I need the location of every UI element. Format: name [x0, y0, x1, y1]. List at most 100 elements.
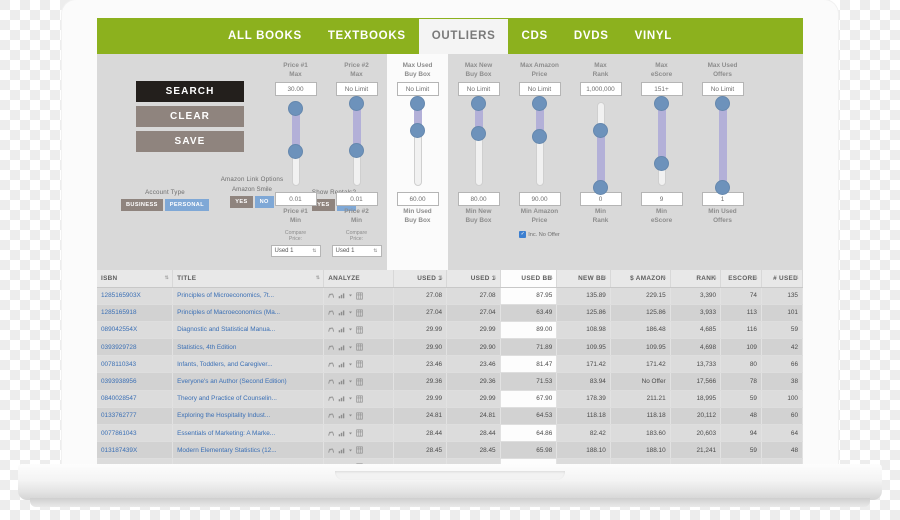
cell-analyze[interactable]: [323, 321, 394, 340]
sort-icon[interactable]: ⇅: [753, 275, 758, 281]
inc-no-offer-row[interactable]: ✓ Inc. No Offer: [519, 231, 560, 238]
column-header-used-bb[interactable]: USED BB ⇅: [500, 270, 558, 288]
slider-knob-min-3[interactable]: [471, 125, 486, 141]
grid-table-icon[interactable]: [356, 395, 363, 403]
column-header-new-bb[interactable]: NEW BB ⇅: [556, 270, 611, 288]
column-header-title[interactable]: TITLE ⇅: [172, 270, 325, 288]
checkbox-icon[interactable]: ✓: [519, 231, 527, 238]
slider-max-input-0[interactable]: 30.00: [274, 82, 317, 96]
bar-chart-icon[interactable]: [338, 430, 345, 437]
slider-track-5[interactable]: [593, 102, 608, 195]
slider-max-input-2[interactable]: No Limit: [396, 82, 439, 96]
table-row[interactable]: 1285165903X Principles of Microeconomics,…: [97, 287, 803, 305]
cell-isbn[interactable]: 0840028547: [97, 390, 174, 408]
cell-title[interactable]: Statistics, 4th Edition: [172, 338, 325, 357]
camel-icon[interactable]: [328, 447, 335, 454]
sort-icon[interactable]: ⇅: [439, 275, 444, 281]
camel-icon[interactable]: [328, 412, 335, 419]
slider-track-7[interactable]: [715, 95, 730, 195]
analyze-icons[interactable]: [328, 446, 388, 454]
cell-analyze[interactable]: [323, 441, 394, 460]
slider-knob-min-4[interactable]: [532, 129, 547, 145]
cell-analyze[interactable]: [323, 304, 394, 322]
bar-chart-icon[interactable]: [338, 309, 345, 316]
table-row[interactable]: 0133762777 Exploring the Hospitality Indu…: [97, 407, 803, 426]
analyze-icons[interactable]: [328, 309, 388, 317]
slider-knob-max-4[interactable]: [532, 95, 547, 111]
slider-track-4[interactable]: [532, 95, 547, 186]
column-header-used[interactable]: # USED ⇅: [761, 270, 803, 288]
slider-knob-max-1[interactable]: [349, 95, 364, 111]
table-row[interactable]: 0393929728 Statistics, 4th Edition 29.90 29…: [97, 338, 803, 357]
save-button[interactable]: SAVE: [136, 131, 244, 152]
bar-chart-icon[interactable]: [338, 361, 345, 368]
cell-title[interactable]: Everyone's an Author (Second Edition): [172, 372, 325, 391]
analyze-icons[interactable]: [328, 429, 388, 437]
slider-track-0[interactable]: [288, 100, 303, 186]
account-type-personal[interactable]: PERSONAL: [164, 199, 210, 211]
chevron-down-icon[interactable]: [348, 379, 353, 384]
grid-table-icon[interactable]: [356, 326, 363, 334]
account-type-business[interactable]: BUSINESS: [120, 199, 163, 211]
sort-icon[interactable]: ⇅: [165, 275, 170, 281]
bar-chart-icon[interactable]: [338, 292, 345, 299]
slider-max-input-6[interactable]: 151+: [640, 82, 683, 96]
grid-table-icon[interactable]: [356, 412, 363, 420]
cell-isbn[interactable]: 0393929728: [97, 338, 174, 357]
column-header-used-1[interactable]: USED 1 ⇅: [393, 270, 448, 288]
nav-item-dvds[interactable]: DVDS: [561, 19, 622, 54]
grid-table-icon[interactable]: [356, 343, 363, 351]
slider-knob-max-2[interactable]: [410, 95, 425, 111]
table-row[interactable]: 013187439X Modern Elementary Statistics (…: [97, 441, 803, 460]
analyze-icons[interactable]: [328, 343, 388, 351]
cell-title[interactable]: Exploring the Hospitality Indust...: [172, 407, 325, 426]
slider-knob-max-0[interactable]: [288, 100, 303, 116]
slider-knob-max-6[interactable]: [654, 95, 669, 111]
slider-min-input-0[interactable]: 0.01: [274, 192, 317, 206]
grid-table-icon[interactable]: [356, 292, 363, 300]
column-header-isbn[interactable]: ISBN ⇅: [97, 270, 174, 288]
camel-icon[interactable]: [328, 395, 335, 402]
column-header-used-1[interactable]: USED 1 ⇅: [446, 270, 501, 288]
bar-chart-icon[interactable]: [338, 447, 345, 454]
sort-icon[interactable]: ⇅: [662, 275, 667, 281]
slider-knob-max-5[interactable]: [593, 123, 608, 139]
compare-price-select-0[interactable]: Used 1 ⇅: [270, 245, 321, 257]
slider-min-input-6[interactable]: 9: [640, 192, 683, 206]
cell-isbn[interactable]: 0078110343: [97, 355, 174, 374]
slider-max-input-5[interactable]: 1,000,000: [579, 82, 622, 96]
camel-icon[interactable]: [328, 292, 335, 299]
clear-button[interactable]: CLEAR: [136, 106, 244, 127]
cell-analyze[interactable]: [323, 287, 394, 305]
table-row[interactable]: 1285165918 Principles of Macroeconomics (…: [97, 304, 803, 322]
slider-max-input-4[interactable]: No Limit: [518, 82, 561, 96]
cell-title[interactable]: Theory and Practice of Counselin...: [172, 390, 325, 408]
cell-title[interactable]: Modern Elementary Statistics (12...: [172, 441, 325, 460]
slider-knob-min-1[interactable]: [349, 142, 364, 158]
slider-min-input-3[interactable]: 80.00: [457, 192, 500, 206]
slider-knob-max-3[interactable]: [471, 95, 486, 111]
table-row[interactable]: 089042554X Diagnostic and Statistical Man…: [97, 321, 803, 340]
chevron-down-icon[interactable]: [348, 431, 353, 436]
chevron-down-icon[interactable]: [348, 362, 353, 367]
analyze-icons[interactable]: [328, 326, 388, 334]
slider-knob-min-7[interactable]: [715, 179, 730, 195]
sort-icon[interactable]: ⇅: [316, 275, 321, 281]
table-row[interactable]: 0078110343 Infants, Toddlers, and Caregiv…: [97, 355, 803, 374]
cell-title[interactable]: Principles of Macroeconomics (Ma...: [172, 304, 325, 322]
analyze-icons[interactable]: [328, 292, 388, 300]
slider-knob-min-6[interactable]: [654, 155, 669, 171]
cell-analyze[interactable]: [323, 372, 394, 391]
compare-price-select-1[interactable]: Used 1 ⇅: [331, 245, 382, 257]
slider-track-2[interactable]: [410, 95, 425, 186]
sort-icon[interactable]: ⇅: [795, 275, 800, 281]
slider-knob-max-7[interactable]: [715, 95, 730, 111]
chevron-down-icon[interactable]: [348, 293, 353, 298]
analyze-icons[interactable]: [328, 412, 388, 420]
cell-analyze[interactable]: [323, 355, 394, 374]
cell-analyze[interactable]: [323, 338, 394, 357]
slider-track-3[interactable]: [471, 95, 486, 186]
bar-chart-icon[interactable]: [338, 378, 345, 385]
slider-min-input-1[interactable]: 0.01: [335, 192, 378, 206]
camel-icon[interactable]: [328, 309, 335, 316]
